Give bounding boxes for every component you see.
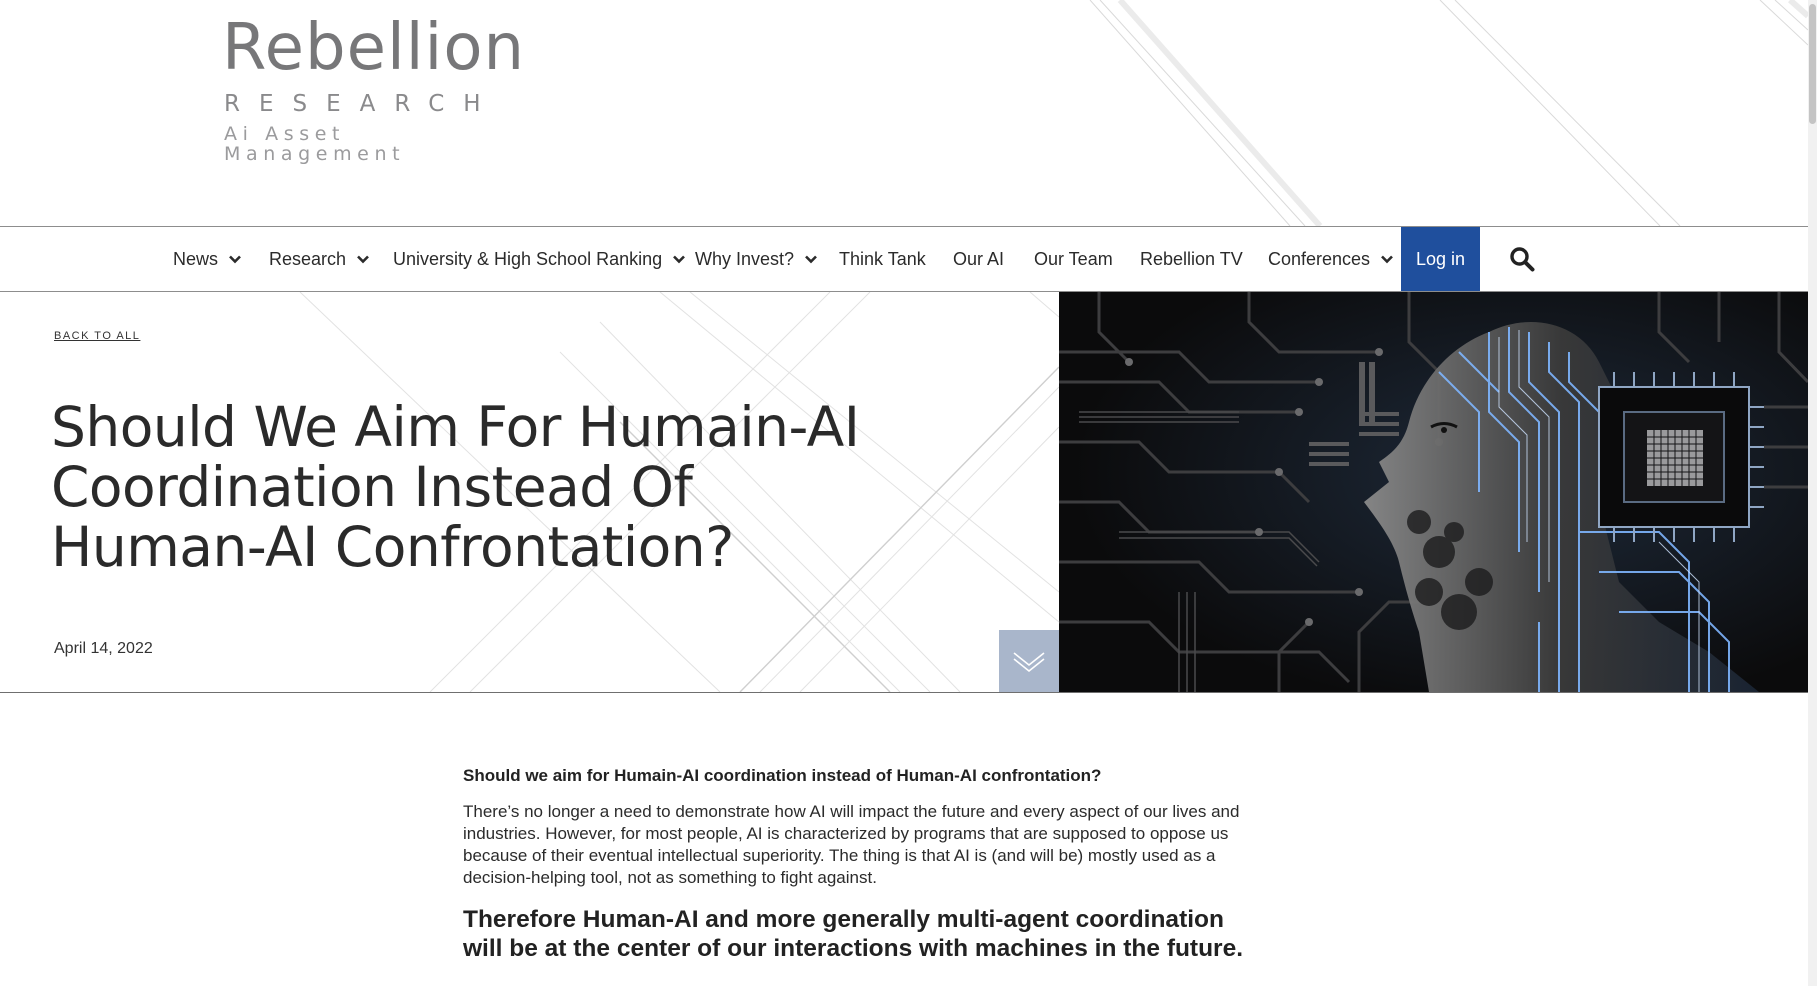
article-hero: BACK TO ALL Should We Aim For Humain-AI … [0, 292, 1808, 693]
back-to-all-link[interactable]: BACK TO ALL [54, 330, 140, 342]
nav-item-university-ranking[interactable]: University & High School Ranking [393, 227, 686, 291]
logo-tagline: Ai Asset Management [224, 123, 406, 165]
nav-item-conferences[interactable]: Conferences [1268, 227, 1394, 291]
main-nav: News Research University & High School R… [0, 226, 1808, 292]
chevron-down-icon [673, 255, 686, 264]
ai-circuit-face-image [1059, 292, 1808, 692]
hero-image [1059, 292, 1808, 692]
nav-item-rebellion-tv[interactable]: Rebellion TV [1140, 227, 1243, 291]
logo-research: RESEARCH [224, 91, 500, 117]
chevron-down-icon [229, 255, 241, 264]
article-date: April 14, 2022 [54, 640, 153, 657]
login-button[interactable]: Log in [1401, 227, 1480, 291]
site-header: Rebellion RESEARCH Ai Asset Management [0, 0, 1808, 226]
nav-item-our-ai[interactable]: Our AI [953, 227, 1004, 291]
nav-item-label: Rebellion TV [1140, 248, 1243, 269]
article-paragraph: There’s no longer a need to demonstrate … [463, 802, 1240, 887]
nav-item-think-tank[interactable]: Think Tank [839, 227, 926, 291]
article-body: Should we aim for Humain-AI coordination… [463, 765, 1253, 963]
rebellion-logo[interactable]: Rebellion RESEARCH Ai Asset Management [222, 11, 526, 164]
article-lead: Should we aim for Humain-AI coordination… [463, 766, 1102, 785]
nav-item-label: Think Tank [839, 248, 926, 269]
nav-item-label: Conferences [1268, 248, 1371, 269]
nav-item-news[interactable]: News [173, 227, 242, 291]
nav-item-why-invest[interactable]: Why Invest? [695, 227, 818, 291]
article-title: Should We Aim For Humain-AI Coordination… [51, 395, 860, 579]
nav-item-label: Research [269, 248, 347, 269]
chevron-down-icon [805, 255, 817, 264]
chevron-down-icon [1381, 255, 1393, 264]
page-scrollbar[interactable] [1808, 0, 1817, 986]
nav-item-our-team[interactable]: Our Team [1034, 227, 1113, 291]
hero-text-panel: BACK TO ALL Should We Aim For Humain-AI … [0, 292, 1059, 692]
chevron-down-icon [357, 255, 369, 264]
nav-item-research[interactable]: Research [269, 227, 370, 291]
nav-item-label: Why Invest? [695, 248, 795, 269]
scroll-down-button[interactable] [999, 630, 1059, 692]
nav-item-label: Our AI [953, 248, 1005, 269]
nav-item-label: Our Team [1034, 248, 1113, 269]
article-callout: Therefore Human-AI and more generally mu… [463, 906, 1244, 962]
search-icon[interactable] [1509, 246, 1535, 272]
logo-wordmark: Rebellion [222, 11, 526, 85]
scrollbar-thumb[interactable] [1809, 4, 1816, 124]
nav-item-label: University & High School Ranking [393, 248, 663, 269]
nav-item-label: News [173, 248, 219, 269]
chevron-down-icon [1013, 652, 1045, 672]
